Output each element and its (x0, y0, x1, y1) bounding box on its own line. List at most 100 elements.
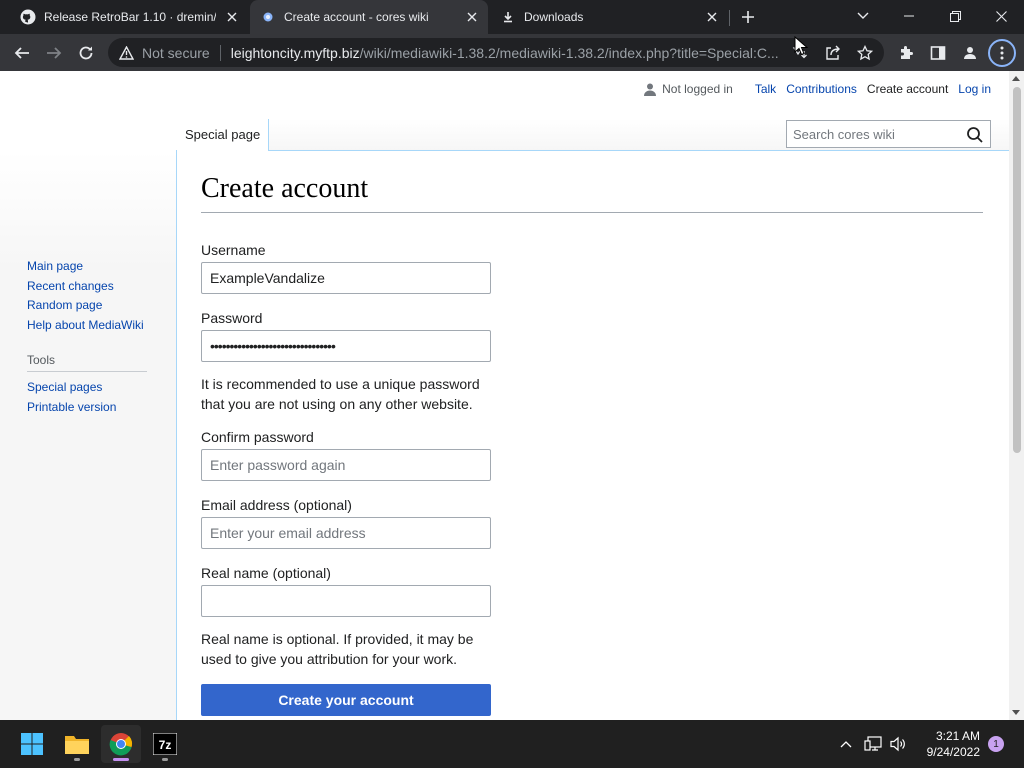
windows-logo-icon (21, 733, 43, 755)
close-tab-icon[interactable] (704, 9, 720, 25)
forward-button[interactable] (40, 39, 68, 67)
tools-heading: Tools (27, 353, 147, 372)
scrollbar-thumb[interactable] (1013, 87, 1021, 453)
page-title: Create account (201, 170, 983, 213)
scroll-down-icon[interactable] (1012, 710, 1020, 715)
puzzle-icon (901, 46, 913, 59)
tab-retrobar-release[interactable]: Release RetroBar 1.10 · dremin/RetroBar (8, 0, 248, 34)
tab-separator (729, 10, 730, 26)
clock-date: 9/24/2022 (926, 745, 980, 759)
sidebar-top-bg (0, 71, 176, 151)
restore-button[interactable] (932, 0, 978, 32)
network-icon[interactable] (863, 732, 883, 756)
windows-taskbar: 7z 3:21 AM 9/24/2022 1 (0, 720, 1024, 768)
url-path: /wiki/mediawiki-1.38.2/mediawiki-1.38.2/… (359, 44, 779, 61)
omnibox-divider (219, 44, 221, 61)
close-tab-icon[interactable] (224, 9, 240, 25)
sidebar-item-printable-version[interactable]: Printable version (27, 398, 147, 418)
new-tab-button[interactable] (736, 5, 760, 29)
email-label: Email address (optional) (201, 497, 352, 513)
taskbar-file-explorer[interactable] (57, 725, 97, 763)
folder-icon (65, 736, 89, 754)
log-in-link[interactable]: Log in (958, 82, 991, 96)
running-indicator (74, 758, 80, 761)
side-panel-button[interactable] (924, 39, 952, 67)
wiki-search-box[interactable] (786, 120, 991, 148)
minimize-button[interactable] (886, 0, 932, 32)
sidebar-item-special-pages[interactable]: Special pages (27, 378, 147, 398)
chrome-menu-button[interactable] (988, 39, 1016, 67)
show-hidden-icons-button[interactable] (836, 732, 856, 756)
email-field[interactable] (201, 517, 491, 549)
real-name-help-text: Real name is optional. If provided, it m… (201, 631, 474, 667)
real-name-label: Real name (optional) (201, 565, 331, 581)
browser-toolbar: Not secure leightoncity.myftp.biz/wiki/m… (0, 34, 1024, 71)
tab-downloads[interactable]: Downloads (490, 0, 728, 34)
tab-title: Create account - cores wiki (284, 10, 429, 24)
search-input[interactable] (787, 126, 957, 142)
confirm-password-field[interactable] (201, 449, 491, 481)
close-window-button[interactable] (978, 0, 1024, 32)
clock-time: 3:21 AM (935, 729, 980, 743)
share-icon[interactable] (821, 41, 845, 65)
main-content: Create account (201, 170, 983, 213)
sidebar-bg (0, 151, 176, 720)
create-account-link[interactable]: Create account (867, 82, 948, 96)
password-help-text: It is recommended to use a unique passwo… (201, 376, 480, 412)
scroll-up-icon[interactable] (1012, 76, 1020, 81)
tab-special-page[interactable]: Special page (177, 119, 270, 151)
page-scrollbar[interactable] (1009, 71, 1024, 720)
running-indicator (113, 758, 129, 761)
username-label: Username (201, 242, 266, 258)
back-button[interactable] (8, 39, 36, 67)
confirm-password-label: Confirm password (201, 429, 314, 445)
sidebar-item-help[interactable]: Help about MediaWiki (27, 316, 147, 336)
password-field[interactable] (201, 330, 491, 362)
chrome-icon (109, 733, 133, 756)
personal-tools: Not logged in Talk Contributions Create … (644, 82, 991, 96)
sidebar-item-recent-changes[interactable]: Recent changes (27, 277, 147, 297)
user-icon (644, 82, 657, 96)
side-panel-icon (930, 46, 946, 60)
wiki-favicon (260, 9, 276, 25)
browser-tab-strip: Release RetroBar 1.10 · dremin/RetroBar … (0, 0, 1024, 34)
close-icon (995, 10, 1007, 22)
taskbar-7zip[interactable]: 7z (145, 725, 185, 763)
reload-icon (79, 46, 93, 60)
notification-badge[interactable]: 1 (988, 736, 1004, 752)
start-button[interactable] (12, 725, 52, 763)
volume-icon[interactable] (888, 732, 908, 756)
restore-icon (949, 10, 961, 22)
arrow-right-icon (47, 47, 62, 59)
real-name-field[interactable] (201, 585, 491, 617)
address-bar[interactable]: Not secure leightoncity.myftp.biz/wiki/m… (108, 38, 884, 67)
arrow-left-icon (14, 47, 29, 59)
close-tab-icon[interactable] (464, 9, 480, 25)
reload-button[interactable] (72, 39, 100, 67)
taskbar-clock[interactable]: 3:21 AM 9/24/2022 (914, 728, 980, 760)
talk-link[interactable]: Talk (755, 82, 776, 96)
chevron-down-icon (857, 12, 869, 19)
svg-text:7z: 7z (159, 738, 172, 752)
search-icon[interactable] (966, 126, 984, 144)
extensions-button[interactable] (892, 39, 920, 67)
url-host: leightoncity.myftp.biz (230, 44, 360, 61)
sidebar-item-main-page[interactable]: Main page (27, 257, 147, 277)
mouse-cursor-icon (794, 36, 808, 56)
bookmark-star-icon[interactable] (853, 41, 877, 65)
tab-create-account[interactable]: Create account - cores wiki (250, 0, 488, 34)
tab-search-button[interactable] (840, 0, 886, 32)
download-icon (500, 9, 516, 25)
more-vert-icon (1000, 46, 1004, 60)
plus-icon (742, 11, 754, 23)
create-account-form: Username Password It is recommended to u… (201, 241, 491, 716)
contributions-link[interactable]: Contributions (786, 82, 857, 96)
taskbar-chrome[interactable] (101, 725, 141, 763)
security-label[interactable]: Not secure (142, 45, 210, 61)
create-account-button[interactable]: Create your account (201, 684, 491, 716)
sidebar-item-random-page[interactable]: Random page (27, 296, 147, 316)
profile-button[interactable] (956, 39, 984, 67)
username-field[interactable] (201, 262, 491, 294)
url-text[interactable]: leightoncity.myftp.biz/wiki/mediawiki-1.… (231, 45, 786, 61)
warning-icon[interactable] (118, 45, 134, 61)
